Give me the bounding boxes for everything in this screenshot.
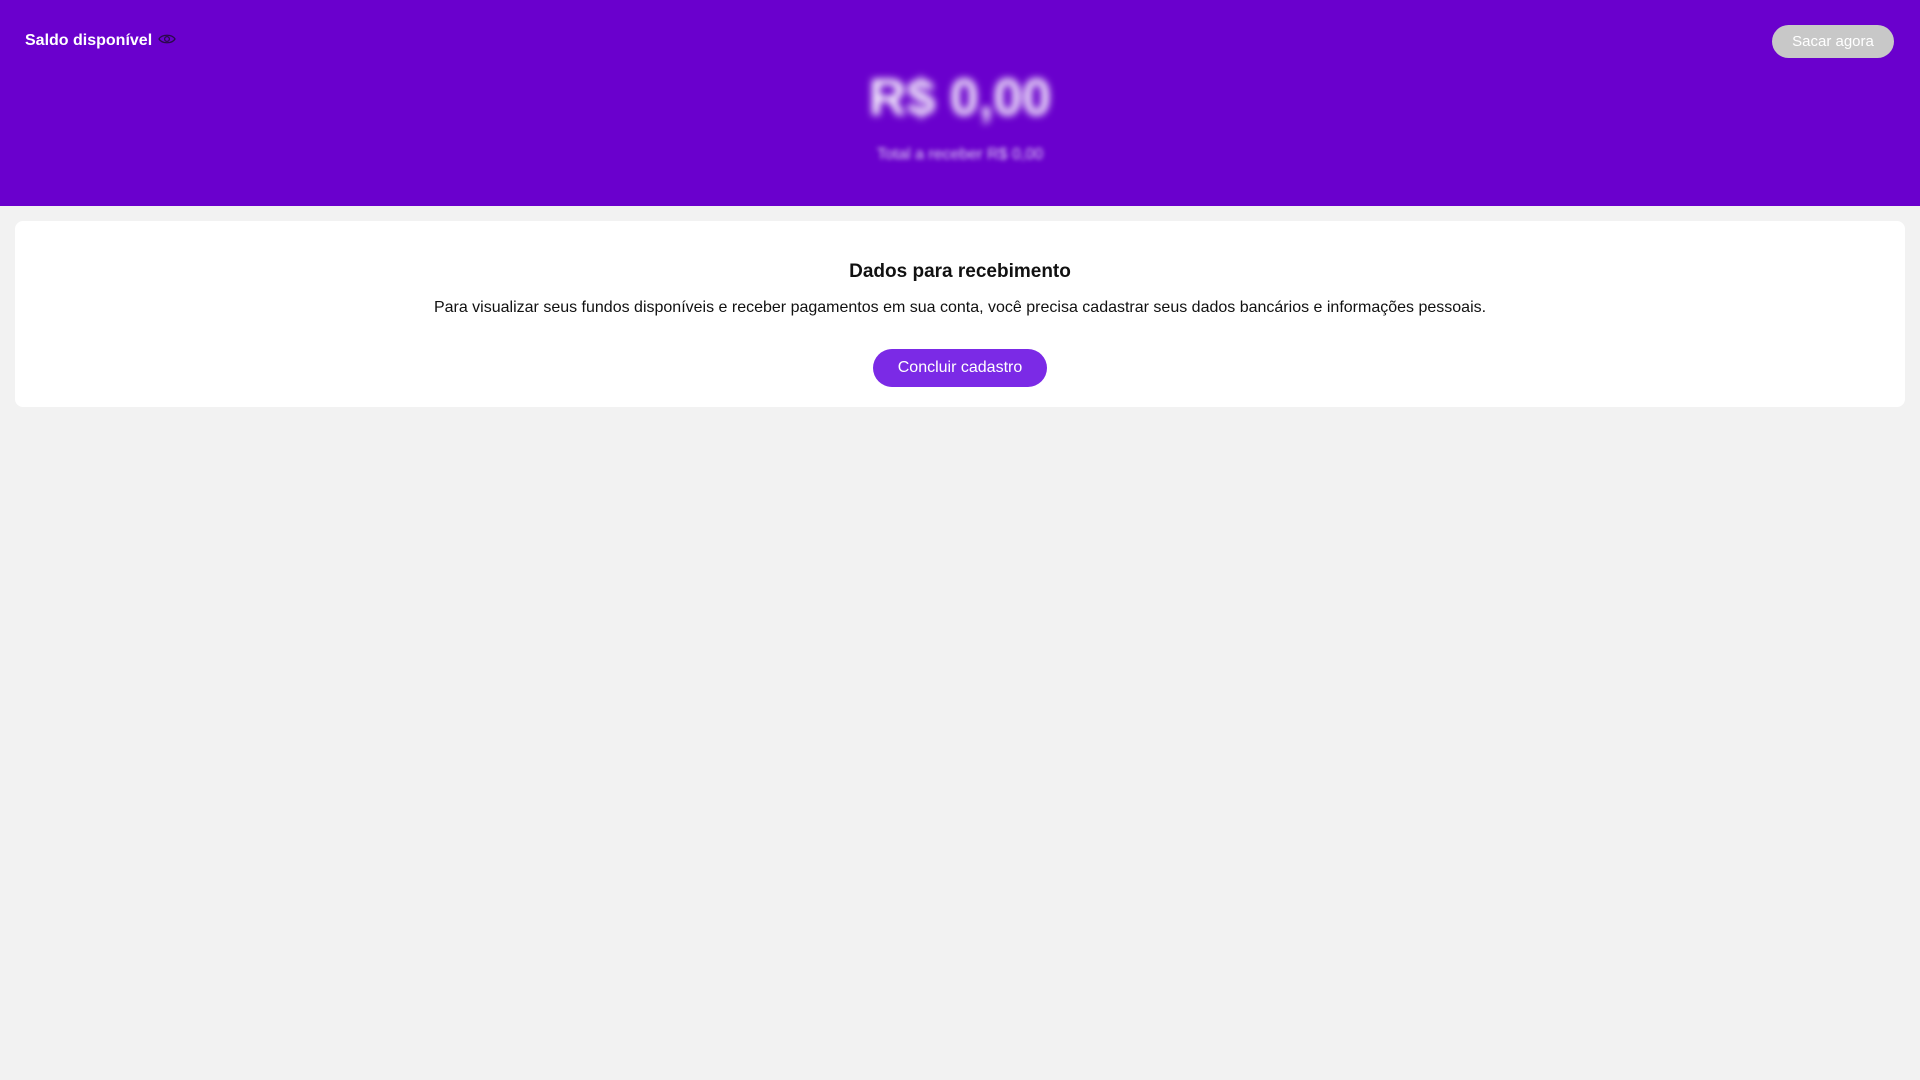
- withdraw-now-button[interactable]: Sacar agora: [1772, 25, 1894, 58]
- balance-label-row: Saldo disponível: [25, 32, 176, 50]
- card-description: Para visualizar seus fundos disponíveis …: [433, 299, 1487, 316]
- balance-amount: R$ 0,00: [868, 69, 1052, 127]
- payment-data-card: Dados para recebimento Para visualizar s…: [15, 221, 1905, 407]
- balance-header: Saldo disponível Sacar agora R$ 0,00 Tot…: [0, 0, 1920, 206]
- eye-icon[interactable]: [158, 32, 176, 44]
- balance-label: Saldo disponível: [25, 32, 153, 49]
- complete-registration-button[interactable]: Concluir cadastro: [873, 349, 1047, 387]
- card-title: Dados para recebimento: [849, 261, 1071, 282]
- total-receivable: Total a receber R$ 0,00: [876, 146, 1044, 163]
